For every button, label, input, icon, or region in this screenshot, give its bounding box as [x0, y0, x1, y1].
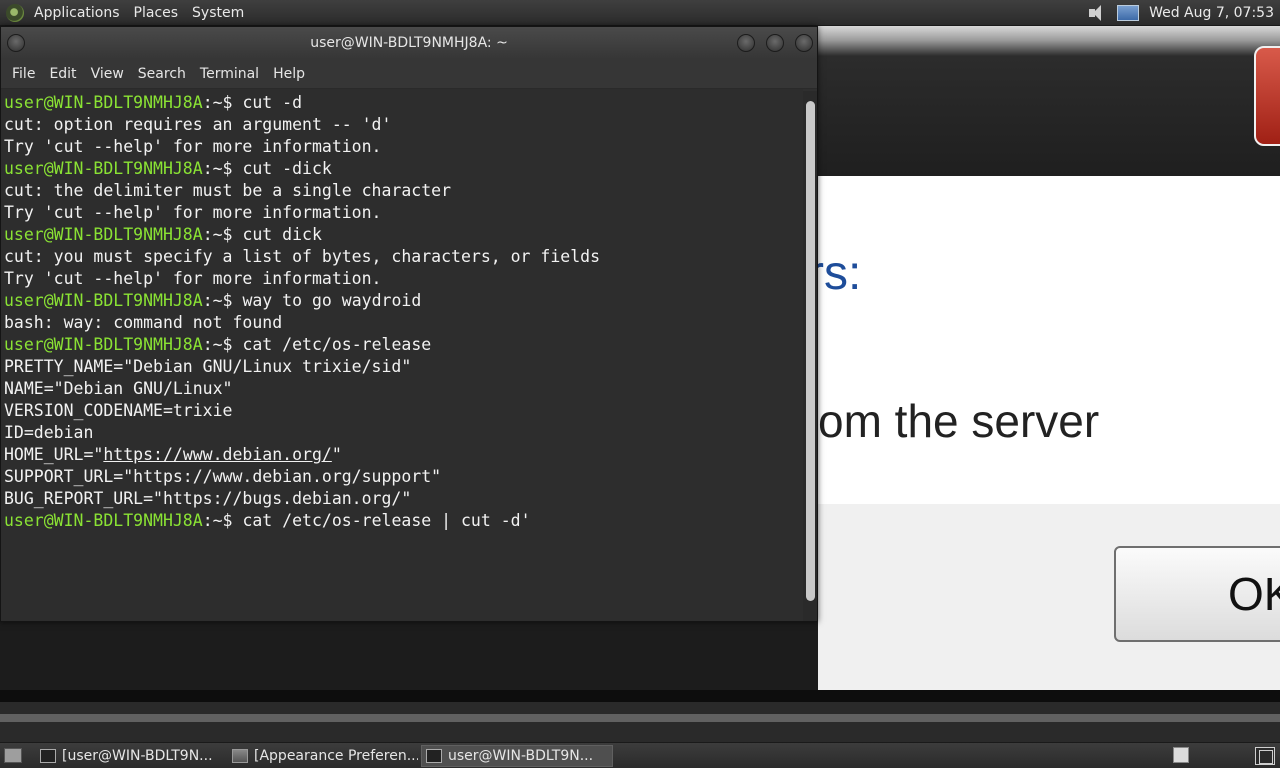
command-text: cut -d	[242, 93, 303, 112]
terminal-scrollbar[interactable]	[803, 91, 817, 621]
prompt-user: user@WIN-BDLT9NMHJ8A	[4, 93, 203, 112]
appearance-icon	[232, 749, 248, 763]
terminal-icon	[40, 749, 56, 763]
prompt-user: user@WIN-BDLT9NMHJ8A	[4, 335, 203, 354]
menu-file[interactable]: File	[5, 66, 42, 82]
taskbar-item-label: [user@WIN-BDLT9N...	[62, 748, 213, 764]
command-text: cat /etc/os-release	[242, 335, 432, 354]
terminal-output-line: NAME="Debian GNU/Linux"	[4, 379, 233, 398]
menu-terminal[interactable]: Terminal	[193, 66, 266, 82]
dialog-close-button[interactable]	[1254, 46, 1280, 146]
system-menu[interactable]: System	[185, 0, 251, 26]
places-menu[interactable]: Places	[127, 0, 186, 26]
dialog-titlebar	[818, 26, 1280, 176]
prompt-symbol: :~$	[202, 335, 243, 354]
output-text: HOME_URL="	[4, 445, 104, 464]
prompt-symbol: :~$	[202, 225, 243, 244]
debian-logo-icon[interactable]	[6, 3, 24, 22]
terminal-output-line: ID=debian	[4, 423, 94, 442]
prompt-user: user@WIN-BDLT9NMHJ8A	[4, 291, 203, 310]
terminal-output-line: bash: way: command not found	[4, 313, 283, 332]
terminal-output-line: HOME_URL="https://www.debian.org/"	[4, 444, 803, 466]
window-menu-button[interactable]	[7, 34, 25, 52]
terminal-title: user@WIN-BDLT9NMHJ8A: ~	[310, 35, 508, 51]
ok-button[interactable]: OK	[1114, 546, 1280, 642]
prompt-symbol: :~$	[202, 93, 243, 112]
terminal-menubar: File Edit View Search Terminal Help	[1, 59, 817, 89]
bottom-taskbar: [user@WIN-BDLT9N... [Appearance Preferen…	[0, 742, 1280, 768]
terminal-output-line: cut: option requires an argument -- 'd'	[4, 115, 392, 134]
close-button[interactable]	[795, 34, 813, 52]
menu-help[interactable]: Help	[266, 66, 312, 82]
taskbar-item-terminal-active[interactable]: user@WIN-BDLT9N...	[421, 745, 613, 767]
background-dialog-window: rs: om the server OK	[808, 26, 1280, 726]
menu-view[interactable]: View	[84, 66, 131, 82]
terminal-output-line: cut: the delimiter must be a single char…	[4, 181, 452, 200]
terminal-output-line: SUPPORT_URL="https://www.debian.org/supp…	[4, 467, 442, 486]
terminal-output-line: Try 'cut --help' for more information.	[4, 203, 382, 222]
prompt-symbol: :~$	[202, 159, 243, 178]
prompt-symbol: :~$	[202, 511, 243, 530]
workspace-switcher-icon[interactable]	[1255, 747, 1275, 765]
scrollbar-thumb[interactable]	[806, 101, 815, 601]
desktop-background-strip	[0, 690, 1280, 742]
taskbar-item-label: user@WIN-BDLT9N...	[448, 748, 594, 764]
applications-menu[interactable]: Applications	[27, 0, 127, 26]
minimize-button[interactable]	[737, 34, 755, 52]
command-text: cut dick	[242, 225, 322, 244]
dialog-content: rs: om the server	[808, 176, 1280, 504]
network-icon[interactable]	[1117, 5, 1140, 21]
terminal-output-line: cut: you must specify a list of bytes, c…	[4, 247, 601, 266]
terminal-output-line: PRETTY_NAME="Debian GNU/Linux trixie/sid…	[4, 357, 412, 376]
menu-search[interactable]: Search	[131, 66, 193, 82]
terminal-output-line: VERSION_CODENAME=trixie	[4, 401, 233, 420]
terminal-command-line: user@WIN-BDLT9NMHJ8A:~$ cat /etc/os-rele…	[4, 510, 803, 532]
prompt-user: user@WIN-BDLT9NMHJ8A	[4, 511, 203, 530]
terminal-output-line: BUG_REPORT_URL="https://bugs.debian.org/…	[4, 489, 412, 508]
taskbar-item-label: [Appearance Preferen...	[254, 748, 418, 764]
home-url-link[interactable]: https://www.debian.org/	[103, 445, 331, 464]
output-text: "	[331, 445, 342, 464]
taskbar-item-appearance[interactable]: [Appearance Preferen...	[228, 745, 418, 767]
terminal-command-line: user@WIN-BDLT9NMHJ8A:~$ cut dick	[4, 224, 803, 246]
system-tray: Wed Aug 7, 07:53	[1087, 0, 1280, 26]
show-desktop-icon[interactable]	[4, 748, 22, 763]
prompt-user: user@WIN-BDLT9NMHJ8A	[4, 225, 203, 244]
dialog-message: om the server	[818, 395, 1100, 447]
taskbar-item-terminal-1[interactable]: [user@WIN-BDLT9N...	[36, 745, 222, 767]
menu-edit[interactable]: Edit	[42, 66, 83, 82]
terminal-command-line: user@WIN-BDLT9NMHJ8A:~$ cut -dick	[4, 158, 803, 180]
terminal-command-line: user@WIN-BDLT9NMHJ8A:~$ cut -d	[4, 92, 803, 114]
terminal-command-line: user@WIN-BDLT9NMHJ8A:~$ cat /etc/os-rele…	[4, 334, 803, 356]
prompt-user: user@WIN-BDLT9NMHJ8A	[4, 159, 203, 178]
maximize-button[interactable]	[766, 34, 784, 52]
terminal-window[interactable]: user@WIN-BDLT9NMHJ8A: ~ File Edit View S…	[0, 26, 818, 622]
top-panel: Applications Places System Wed Aug 7, 07…	[0, 0, 1280, 26]
terminal-titlebar[interactable]: user@WIN-BDLT9NMHJ8A: ~	[1, 27, 817, 59]
command-text: cat /etc/os-release | cut -d'	[242, 511, 531, 530]
terminal-output-line: Try 'cut --help' for more information.	[4, 269, 382, 288]
terminal-icon	[426, 749, 442, 763]
dialog-footer: OK	[818, 504, 1280, 694]
terminal-command-line: user@WIN-BDLT9NMHJ8A:~$ way to go waydro…	[4, 290, 803, 312]
workspace-1[interactable]	[1173, 747, 1189, 763]
command-text: cut -dick	[242, 159, 332, 178]
clock[interactable]: Wed Aug 7, 07:53	[1149, 5, 1274, 21]
terminal-output[interactable]: user@WIN-BDLT9NMHJ8A:~$ cut -d cut: optio…	[1, 89, 803, 621]
volume-icon[interactable]	[1087, 4, 1107, 22]
command-text: way to go waydroid	[242, 291, 422, 310]
terminal-output-line: Try 'cut --help' for more information.	[4, 137, 382, 156]
prompt-symbol: :~$	[202, 291, 243, 310]
